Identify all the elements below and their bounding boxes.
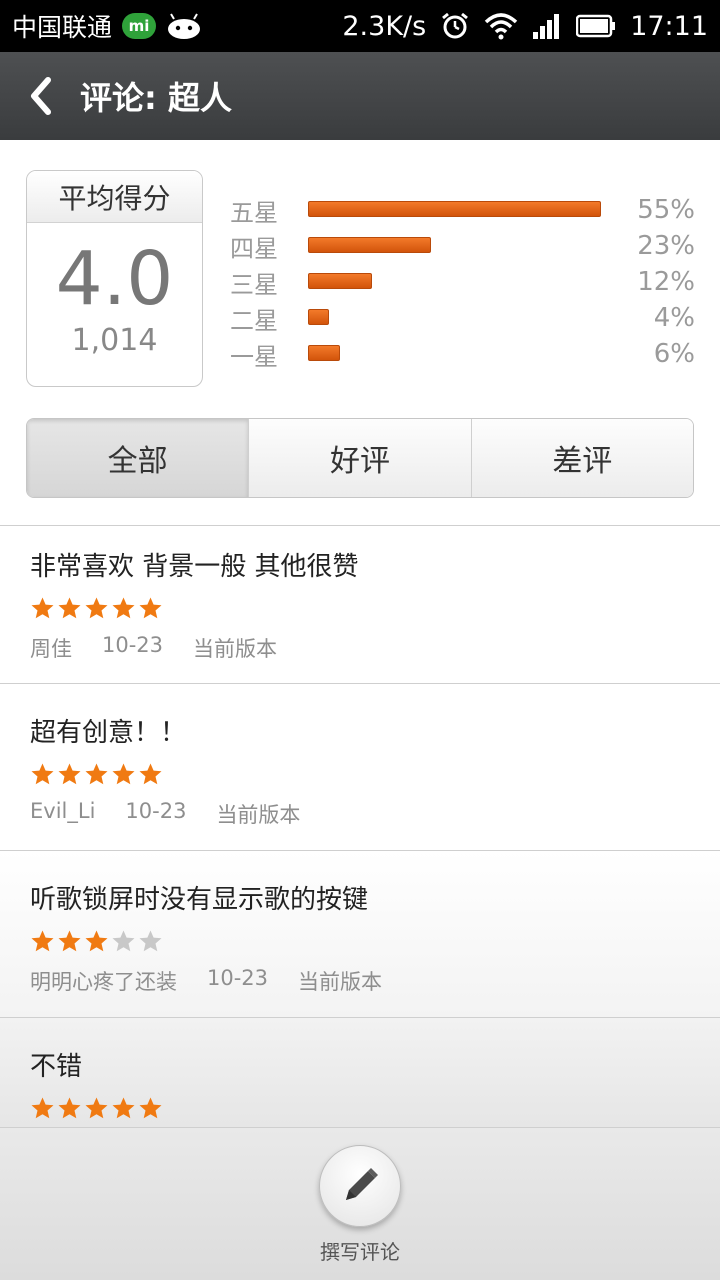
clock: 17:11 <box>630 10 708 42</box>
review-date: 10-23 <box>207 966 269 990</box>
review-filter-tabs: 全部 好评 差评 <box>26 418 694 498</box>
review-stars <box>30 595 720 621</box>
star-filled-icon <box>112 597 135 618</box>
review-version: 当前版本 <box>298 970 383 994</box>
review-stars <box>30 761 720 787</box>
average-score-label: 平均得分 <box>27 171 202 223</box>
star-filled-icon <box>31 763 54 784</box>
star-filled-icon <box>58 930 81 951</box>
star-filled-icon <box>58 597 81 618</box>
tab-negative[interactable]: 差评 <box>471 419 693 497</box>
star-filled-icon <box>58 1097 81 1118</box>
star-filled-icon <box>139 763 162 784</box>
signal-icon <box>533 14 560 39</box>
rating-row-label: 一星 <box>230 342 278 371</box>
star-filled-icon <box>85 930 108 951</box>
rating-row-percent: 23% <box>637 231 695 261</box>
tab-all[interactable]: 全部 <box>27 419 250 497</box>
review-author: 周佳 <box>30 637 72 661</box>
star-filled-icon <box>85 597 108 618</box>
star-filled-icon <box>31 1097 54 1118</box>
rating-row-5: 五星 55% <box>230 192 695 228</box>
rating-row-4: 四星 23% <box>230 228 695 264</box>
chevron-left-icon <box>31 77 51 115</box>
star-filled-icon <box>139 1097 162 1118</box>
rating-distribution: 五星 55% 四星 23% 三星 12% 二星 4% 一星 6% <box>230 192 695 372</box>
average-score-box: 平均得分 4.0 1,014 <box>26 170 203 387</box>
rating-bar <box>308 345 340 361</box>
rating-row-2: 二星 4% <box>230 300 695 336</box>
review-version: 当前版本 <box>216 803 301 827</box>
star-filled-icon <box>139 597 162 618</box>
android-robot-icon <box>168 13 201 39</box>
rating-row-label: 三星 <box>230 270 278 299</box>
rating-row-percent: 4% <box>653 303 695 333</box>
review-author: 明明心疼了还装 <box>30 970 177 994</box>
review-text: 不错 <box>30 1052 83 1082</box>
review-item[interactable]: 不错 <box>0 1017 720 1127</box>
rating-row-percent: 55% <box>637 195 695 225</box>
rating-row-label: 五星 <box>230 198 278 227</box>
review-item[interactable]: 非常喜欢 背景一般 其他很赞 周佳 10-23 当前版本 <box>0 525 720 683</box>
average-score-value: 4.0 <box>55 236 174 322</box>
review-stars <box>30 1095 720 1121</box>
star-filled-icon <box>31 930 54 951</box>
battery-icon <box>576 14 616 38</box>
star-filled-icon <box>85 1097 108 1118</box>
review-date: 10-23 <box>102 633 164 657</box>
carrier-name: 中国联通 <box>12 13 113 42</box>
mi-talk-icon: mi <box>122 13 157 39</box>
review-author: Evil_Li <box>30 799 96 823</box>
review-text: 超有创意！！ <box>30 718 187 748</box>
page-title: 评论: 超人 <box>80 79 232 117</box>
review-text: 听歌锁屏时没有显示歌的按键 <box>30 885 369 915</box>
rating-count: 1,014 <box>71 323 158 358</box>
alarm-icon <box>442 12 469 39</box>
rating-bar <box>308 273 372 289</box>
network-speed: 2.3K/s <box>342 10 427 42</box>
review-stars <box>30 928 720 954</box>
title-bar: 评论: 超人 <box>0 52 720 140</box>
star-filled-icon <box>58 763 81 784</box>
rating-row-percent: 6% <box>653 339 695 369</box>
review-date: 10-23 <box>125 799 187 823</box>
tab-positive[interactable]: 好评 <box>249 419 472 497</box>
bottom-action-bar: 撰写评论 <box>0 1127 720 1280</box>
star-filled-icon <box>112 763 135 784</box>
rating-bar <box>308 309 329 325</box>
rating-row-percent: 12% <box>637 267 695 297</box>
rating-row-label: 二星 <box>230 306 278 335</box>
review-text: 非常喜欢 背景一般 其他很赞 <box>30 552 359 582</box>
review-item[interactable]: 听歌锁屏时没有显示歌的按键 明明心疼了还装 10-23 当前版本 <box>0 850 720 1017</box>
star-empty-icon <box>139 930 162 951</box>
back-button[interactable] <box>0 52 80 140</box>
star-empty-icon <box>112 930 135 951</box>
star-filled-icon <box>112 1097 135 1118</box>
star-filled-icon <box>85 763 108 784</box>
star-filled-icon <box>31 597 54 618</box>
rating-bar <box>308 201 601 217</box>
wifi-icon <box>484 13 518 40</box>
status-bar: 中国联通 mi 2.3K/s 17:11 <box>0 0 720 52</box>
review-item[interactable]: 超有创意！！ Evil_Li 10-23 当前版本 <box>0 683 720 850</box>
rating-row-1: 一星 6% <box>230 336 695 372</box>
write-review-label: 撰写评论 <box>320 1240 400 1264</box>
rating-bar <box>308 237 431 253</box>
review-version: 当前版本 <box>193 637 278 661</box>
write-review-button[interactable] <box>319 1145 401 1227</box>
rating-row-label: 四星 <box>230 234 278 263</box>
pencil-icon <box>346 1168 378 1200</box>
rating-row-3: 三星 12% <box>230 264 695 300</box>
